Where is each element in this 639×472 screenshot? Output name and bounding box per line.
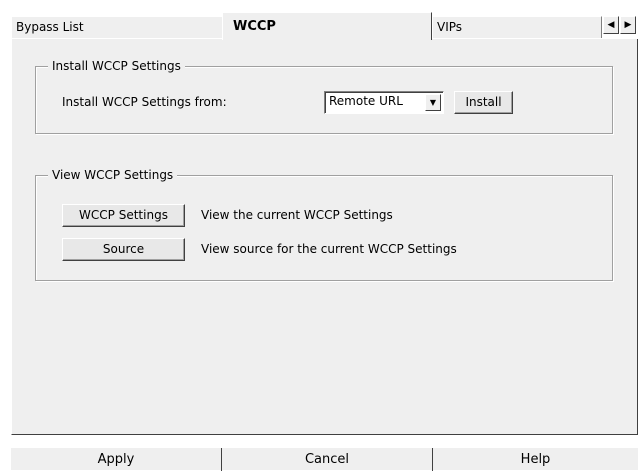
view-wccp-group: View WCCP Settings WCCP Settings View th…: [35, 168, 613, 281]
view-group-title: View WCCP Settings: [48, 168, 178, 182]
chevron-down-icon[interactable]: ▼: [425, 94, 441, 111]
tab-bypass-list[interactable]: Bypass List: [11, 16, 223, 38]
help-button[interactable]: Help: [433, 448, 638, 471]
install-source-value: Remote URL: [329, 94, 403, 108]
tab-vips[interactable]: VIPs: [432, 16, 602, 38]
source-description: View source for the current WCCP Setting…: [201, 242, 457, 256]
install-from-label: Install WCCP Settings from:: [62, 95, 227, 109]
apply-button[interactable]: Apply: [11, 448, 222, 471]
arrow-right-icon[interactable]: ▶: [620, 16, 636, 34]
arrow-left-icon[interactable]: ◀: [603, 16, 619, 34]
tab-scroll-controls: ◀ ▶: [603, 16, 637, 34]
footer-button-bar: Apply Cancel Help: [11, 447, 638, 471]
source-button[interactable]: Source: [62, 238, 185, 261]
cancel-button[interactable]: Cancel: [222, 448, 433, 471]
wccp-settings-description: View the current WCCP Settings: [201, 208, 393, 222]
install-source-select[interactable]: Remote URL ▼: [324, 91, 444, 114]
tab-wccp[interactable]: WCCP: [222, 12, 432, 40]
tab-bar: Bypass List WCCP VIPs ◀ ▶: [0, 0, 639, 40]
install-group-title: Install WCCP Settings: [48, 59, 185, 73]
install-button[interactable]: Install: [454, 91, 513, 114]
wccp-panel: Install WCCP Settings Install WCCP Setti…: [11, 39, 638, 435]
wccp-settings-button[interactable]: WCCP Settings: [62, 204, 185, 227]
install-wccp-group: Install WCCP Settings Install WCCP Setti…: [35, 59, 613, 134]
